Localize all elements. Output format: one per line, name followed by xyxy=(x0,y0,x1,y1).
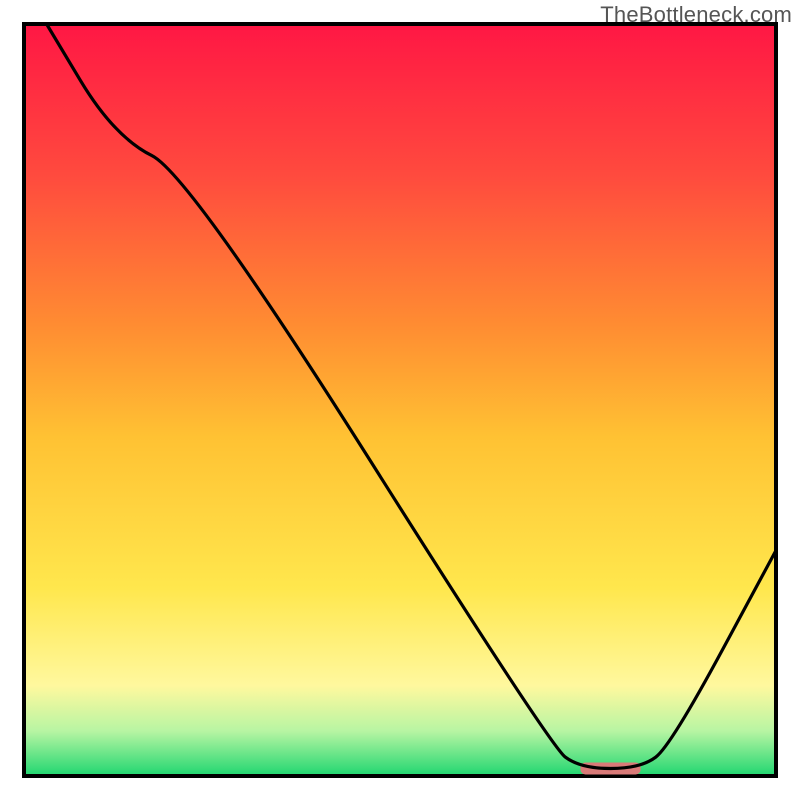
watermark-label: TheBottleneck.com xyxy=(600,2,792,28)
bottleneck-chart xyxy=(0,0,800,800)
chart-canvas: TheBottleneck.com xyxy=(0,0,800,800)
plot-background xyxy=(24,24,776,776)
